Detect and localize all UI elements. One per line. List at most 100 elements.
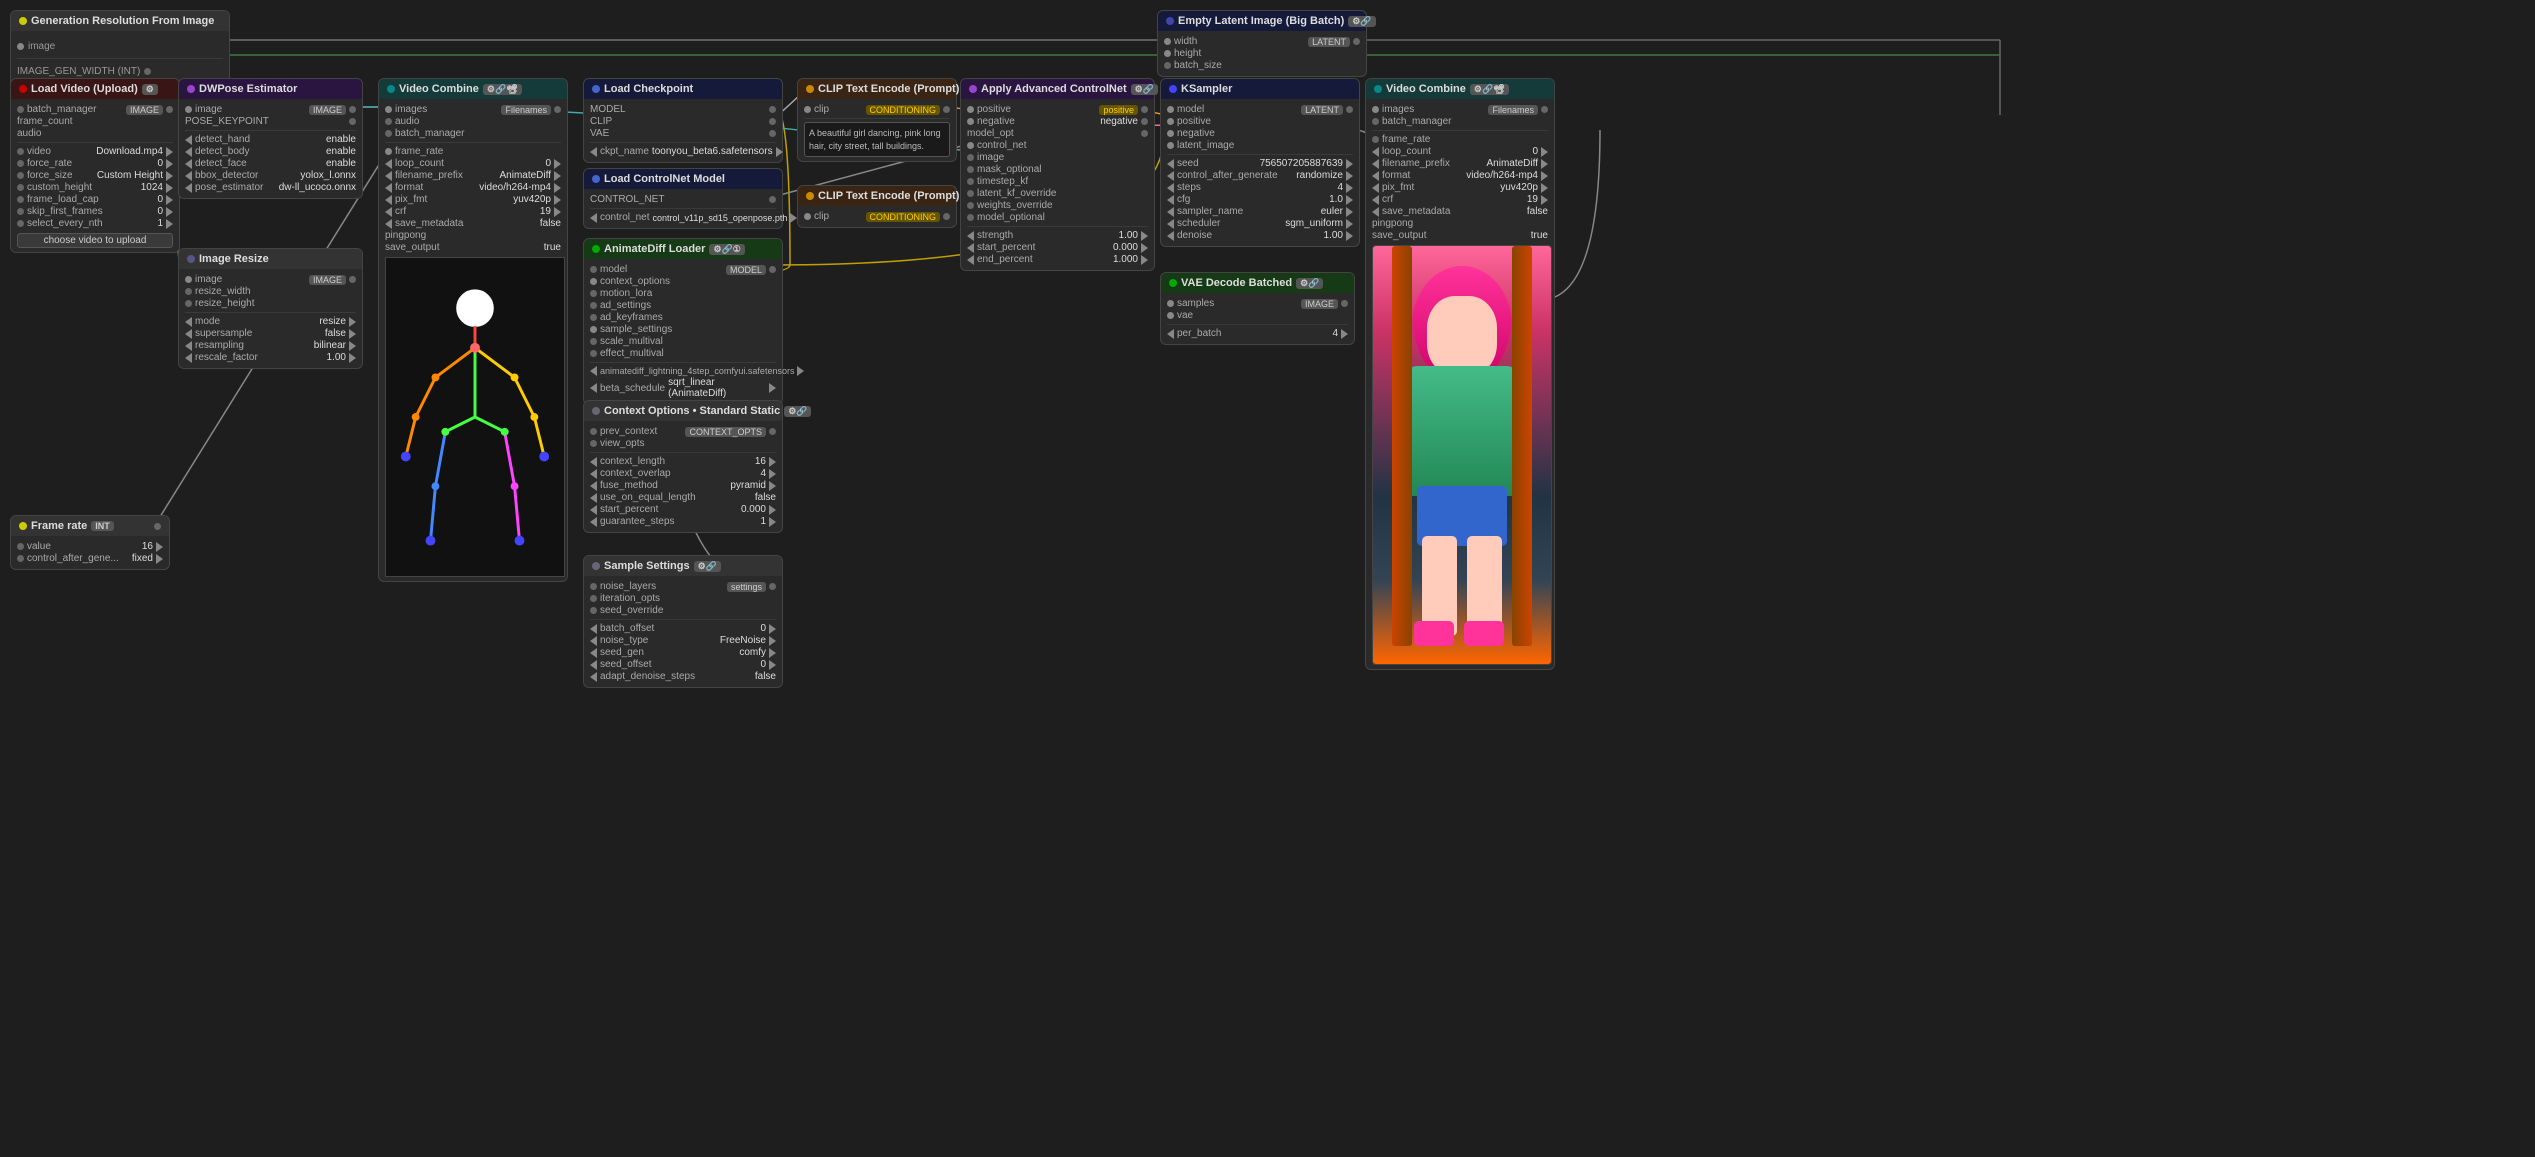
ir-super-right[interactable] [349,329,356,339]
acn-pos-in[interactable] [967,106,974,113]
lv-framecap-arrow[interactable] [166,195,173,205]
el-latent-out[interactable] [1353,38,1360,45]
co-start-left[interactable] [590,505,597,515]
ir-image-in[interactable] [185,276,192,283]
vcr-pixfmt-left[interactable] [1372,183,1379,193]
gen-res-width-out[interactable] [144,68,151,75]
co-prev-in[interactable] [590,428,597,435]
ks-cfg-left[interactable] [1167,195,1174,205]
vcl-framerate-in[interactable] [385,148,392,155]
ss-noisetype-left[interactable] [590,636,597,646]
acn-startpct-right[interactable] [1141,243,1148,253]
acn-endpct-right[interactable] [1141,255,1148,265]
gen-res-image-in[interactable] [17,43,24,50]
lv-skipfirst-arrow[interactable] [166,207,173,217]
ss-iter-in[interactable] [590,595,597,602]
ct1-cond-out[interactable] [943,106,950,113]
vd-perbatch-right[interactable] [1341,329,1348,339]
vcl-prefix-right[interactable] [554,171,561,181]
vcr-prefix-left[interactable] [1372,159,1379,169]
acn-mask-in[interactable] [967,166,974,173]
vd-perbatch-left[interactable] [1167,329,1174,339]
lv-framecap-in[interactable] [17,196,24,203]
lv-customheight-in[interactable] [17,184,24,191]
vcr-crf-left[interactable] [1372,195,1379,205]
acn-neg-out-dot[interactable] [1141,118,1148,125]
adl-scalemulti-in[interactable] [590,338,597,345]
co-overlap-left[interactable] [590,469,597,479]
vcl-pixfmt-right[interactable] [554,195,561,205]
lcn-cn-left[interactable] [590,213,597,223]
ss-noise-in[interactable] [590,583,597,590]
vcl-crf-right[interactable] [554,207,561,217]
ir-mode-right[interactable] [349,317,356,327]
dwp-pose-est-left[interactable] [185,183,192,193]
ks-model-in[interactable] [1167,106,1174,113]
co-fuse-right[interactable] [769,481,776,491]
ir-rescale-right[interactable] [349,353,356,363]
ks-steps-left[interactable] [1167,183,1174,193]
co-equal-left[interactable] [590,493,597,503]
ks-cfg-right[interactable] [1346,195,1353,205]
co-prev-out[interactable] [769,428,776,435]
ks-cag-right[interactable] [1346,171,1353,181]
fr-control-arrow[interactable] [156,554,163,564]
co-view-in[interactable] [590,440,597,447]
acn-mopt-in[interactable] [967,214,974,221]
vcl-pixfmt-left[interactable] [385,195,392,205]
vcl-batch-in[interactable] [385,130,392,137]
ks-sched-right[interactable] [1346,219,1353,229]
lv-forcerate-arrow[interactable] [166,159,173,169]
lv-forcesize-arrow[interactable] [166,171,173,181]
acn-tstkf-in[interactable] [967,178,974,185]
ss-seedoffset-right[interactable] [769,660,776,670]
ss-settings-out[interactable] [769,583,776,590]
ks-sched-left[interactable] [1167,219,1174,229]
fr-value-arrow[interactable] [156,542,163,552]
lck-model-out[interactable] [769,106,776,113]
el-width-in[interactable] [1164,38,1171,45]
vd-vae-in[interactable] [1167,312,1174,319]
co-guarantee-left[interactable] [590,517,597,527]
co-guarantee-right[interactable] [769,517,776,527]
ks-pos-in[interactable] [1167,118,1174,125]
acn-cn-in[interactable] [967,142,974,149]
adl-model-out[interactable] [769,266,776,273]
acn-strength-left[interactable] [967,231,974,241]
ss-batchoffset-left[interactable] [590,624,597,634]
ir-image-out[interactable] [349,276,356,283]
dwp-image-out[interactable] [349,106,356,113]
ct1-clip-in[interactable] [804,106,811,113]
ks-cag-left[interactable] [1167,171,1174,181]
fr-control-in[interactable] [17,555,24,562]
acn-img-in[interactable] [967,154,974,161]
co-ctxlen-right[interactable] [769,457,776,467]
ks-neg-in[interactable] [1167,130,1174,137]
lcn-out[interactable] [769,196,776,203]
lck-ckptname-left[interactable] [590,147,597,157]
adl-adsettings-in[interactable] [590,302,597,309]
ks-seed-right[interactable] [1346,159,1353,169]
ss-seedgen-right[interactable] [769,648,776,658]
vcr-meta-left[interactable] [1372,207,1379,217]
ss-seedoffset-left[interactable] [590,660,597,670]
acn-startpct-left[interactable] [967,243,974,253]
vd-samples-in[interactable] [1167,300,1174,307]
acn-modopt-out[interactable] [1141,130,1148,137]
lv-selectevery-arrow[interactable] [166,219,173,229]
fr-value-in[interactable] [17,543,24,550]
acn-wt-in[interactable] [967,202,974,209]
adl-lora-in[interactable] [590,290,597,297]
vcl-audio-in[interactable] [385,118,392,125]
lv-video-arrow[interactable] [166,147,173,157]
ks-sampler-left[interactable] [1167,207,1174,217]
lv-batch-in[interactable] [17,106,24,113]
co-ctxlen-left[interactable] [590,457,597,467]
acn-strength-right[interactable] [1141,231,1148,241]
vcr-filenames-out[interactable] [1541,106,1548,113]
co-start-right[interactable] [769,505,776,515]
ir-super-left[interactable] [185,329,192,339]
choose-video-button[interactable]: choose video to upload [17,233,173,248]
vcr-format-left[interactable] [1372,171,1379,181]
adl-sample-in[interactable] [590,326,597,333]
